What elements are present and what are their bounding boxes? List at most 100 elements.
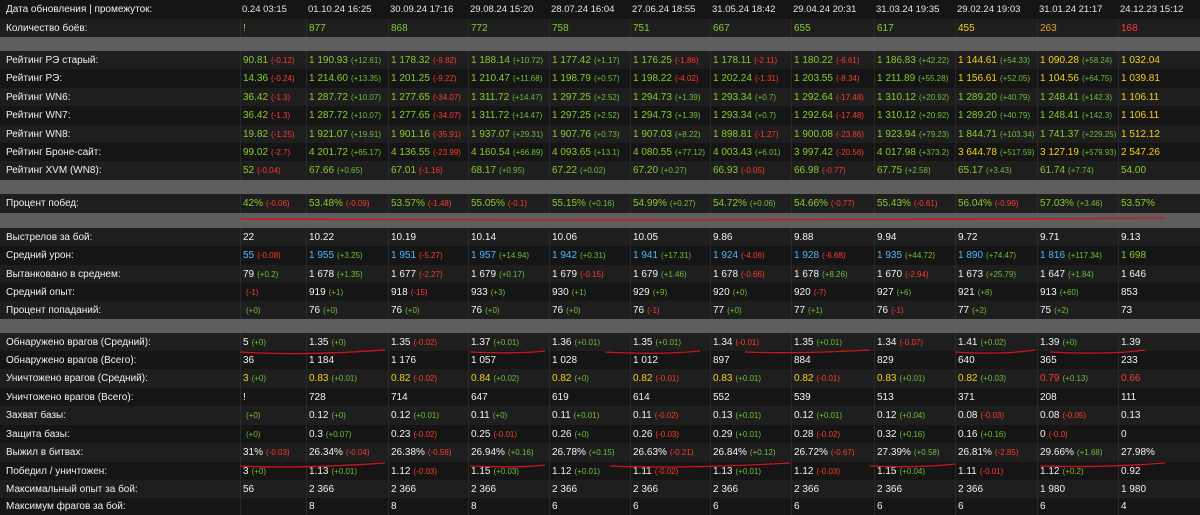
cell-delta: (+0) [727,305,742,315]
cell-delta-value: +0.01 [902,374,923,383]
cell-delta-value: -34.07 [435,111,459,120]
cell-delta: (+0.7) [754,111,777,120]
cell-value: 2 366 [391,483,417,495]
cell-delta: (+0.01) [331,374,358,383]
cell-value: 6 [794,501,800,512]
cell-value: 1.34 [877,336,897,348]
cell-delta: (+42.22) [918,55,949,65]
cell-delta: (+0.03) [493,466,520,476]
cell-delta: (+2.58) [905,166,931,175]
row-label: Средний опыт: [6,286,75,298]
cell-delta: (+229.25) [1081,129,1117,139]
cell-delta-value: -8.34 [838,74,857,83]
cell-delta-value: +60 [1062,287,1076,297]
cell-delta: (+0.04) [899,411,926,420]
cell-value: 6 [958,501,964,512]
cell-value: 10.22 [309,231,335,243]
cell-value: 52 [243,165,255,176]
table-cell: 728 [306,388,388,406]
cell-delta: (-1.48) [427,199,452,208]
table-cell: 6 [1037,498,1118,515]
cell-delta-value: +64.75 [1084,74,1110,83]
cell-delta: (+3.25) [337,251,363,260]
cell-delta: (-4.06) [741,251,765,260]
table-cell: (+0) [240,425,306,443]
cell-value: 55.15% [552,198,586,209]
cell-value: 921 [958,286,975,298]
cell-delta-value: +0.7 [757,92,774,102]
cell-value: 27.98% [1121,447,1155,458]
cell-value: 877 [309,22,326,34]
table-cell: 0.13 (+0.01) [710,406,791,425]
cell-value: 1 012 [633,354,659,366]
cell-value: 10.14 [471,231,497,243]
table-cell: 53.57% (-1.48) [388,194,468,213]
cell-delta-value: -6.61 [838,55,857,65]
table-cell: 8 [468,498,549,515]
cell-delta: (+0.58) [913,448,940,457]
cell-delta: (+74.47) [986,251,1017,260]
section-separator [0,319,1200,333]
table-cell: 1 297.25 (+2.52) [549,88,630,106]
cell-value: 1.35 [633,336,653,348]
cell-value: 1 907.03 [633,128,672,140]
cell-delta-value: -1 [649,305,657,315]
table-cell: 1 293.34 (+0.7) [710,106,791,125]
cell-delta-value: +1.39 [677,92,698,102]
cell-delta: (+579.93) [1081,147,1117,157]
table-cell: 1 277.65 (-34.07) [388,106,468,125]
table-cell: 76 (-1) [874,301,955,319]
cell-value: 76 [633,304,645,316]
table-cell: 927 (+6) [874,283,955,301]
row-label: Средний урон: [6,250,74,261]
cell-value: 263 [1040,22,1057,34]
cell-value: 1 844.71 [958,128,997,140]
table-cell: 1 677 (-2.27) [388,265,468,283]
table-cell: 1 898.81 (-1.27) [710,125,791,143]
cell-value: 1 900.08 [794,128,833,140]
cell-delta-value: +14.47 [514,111,540,120]
cell-delta-value: -1.3 [273,111,288,120]
cell-value: 2 366 [552,483,578,495]
table-cell: 1 297.25 (+2.52) [549,106,630,125]
cell-value: 1 677 [391,268,417,280]
table-cell: 9.86 [710,228,791,246]
cell-delta-value: +0 [254,337,264,347]
table-cell: 617 [874,19,955,37]
cell-value: 36.42 [243,91,269,103]
cell-delta-value: +0.02 [983,337,1004,347]
cell-delta-value: +44.72 [907,251,933,260]
cell-delta: (-1.25) [271,129,295,139]
cell-delta: (+0.27) [669,199,696,208]
cell-delta-value: +0 [407,305,417,315]
row-label: Захват базы: [6,410,66,421]
cell-delta: (+0) [405,305,420,315]
cell-value: 1 898.81 [713,128,752,140]
table-cell: 14.36 (-0.24) [240,69,306,88]
table-cell: 2 366 [388,480,468,498]
cell-delta-value: +13.1 [596,147,617,157]
cell-value: 1.11 [958,465,977,477]
cell-delta-value: +0.01 [577,337,598,347]
cell-delta: (+0.06) [749,199,776,208]
cell-value: 0.3 [309,428,323,440]
cell-value: 0.66 [1121,373,1141,384]
table-row: Количество боёв:! 877 868 772 758 751 667 655 61… [0,19,1200,37]
cell-value: 1 294.73 [633,110,672,121]
cell-value: 77 [713,304,725,316]
cell-delta-value: +6.01 [757,147,778,157]
cell-value: 1.15 [877,465,897,477]
cell-delta: (+0.12) [749,448,776,457]
cell-delta: (-4.02) [674,74,699,83]
cell-value: 829 [877,354,894,366]
cell-delta: (+1.46) [661,269,687,279]
table-row: Обнаружено врагов (Всего): 36 1 184 1 176 1 … [0,351,1200,369]
row-label: Процент побед: [6,198,79,209]
cell-value: 1 294.73 [633,91,672,103]
cell-delta-value: +0.16 [983,429,1004,439]
table-cell: 9.72 [955,228,1037,246]
table-cell: 455 [955,19,1037,37]
cell-delta-value: -1.86 [677,55,696,65]
table-cell: 1 957 (+14.94) [468,246,549,265]
cell-delta: (+3.43) [986,166,1012,175]
